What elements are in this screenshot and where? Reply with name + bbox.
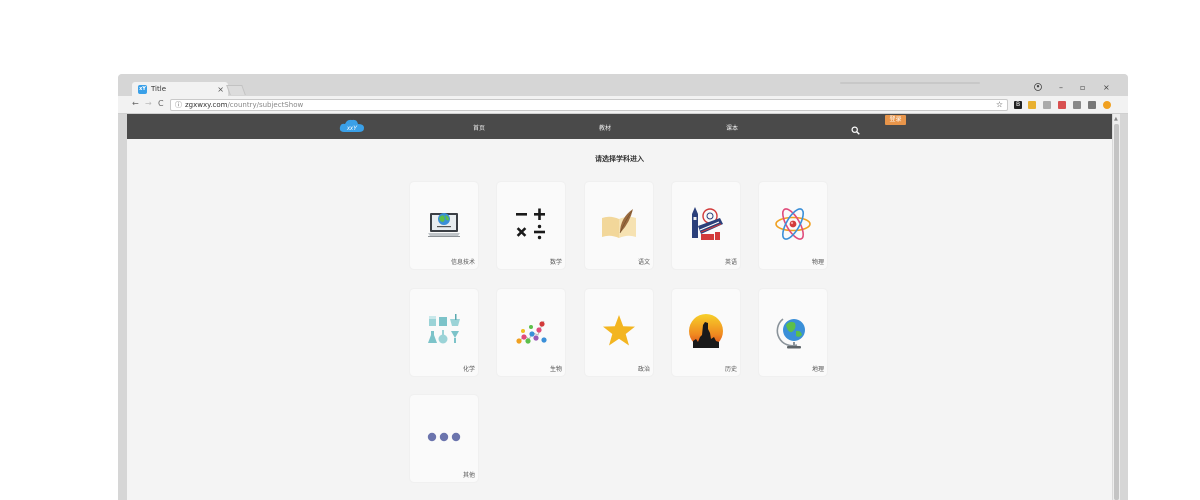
minimize-icon[interactable]: – (1059, 83, 1063, 92)
subject-card-it[interactable]: 信息技术 (410, 182, 478, 269)
subject-label: 生物 (549, 366, 562, 373)
browser-tab[interactable]: xY Title × (132, 82, 228, 96)
extension-filter-icon[interactable] (1088, 101, 1096, 109)
logo-text: xxY (346, 126, 358, 132)
dna-molecule-icon (516, 320, 547, 344)
new-tab-button[interactable] (226, 85, 246, 95)
sunset-statue-icon (689, 314, 723, 348)
tab-close-icon[interactable]: × (217, 85, 224, 94)
subject-label: 英语 (724, 259, 737, 266)
london-landmarks-icon (692, 207, 723, 240)
address-bar[interactable]: ⓘ zgxwxy.com/country/subjectShow ☆ (170, 99, 1008, 111)
subject-card-biology[interactable]: 生物 (497, 289, 565, 376)
url-host: zgxwxy.com (185, 101, 228, 109)
subject-label: 历史 (724, 366, 737, 373)
back-icon[interactable]: ← (132, 99, 139, 108)
subject-card-politics[interactable]: 政治 (585, 289, 653, 376)
tab-title: Title (151, 85, 167, 93)
maximize-icon[interactable]: ▫ (1080, 83, 1085, 92)
subject-card-chemistry[interactable]: 化学 (410, 289, 478, 376)
search-icon[interactable] (851, 120, 860, 139)
lab-flasks-icon (428, 314, 460, 344)
bookmark-star-icon[interactable]: ☆ (996, 100, 1003, 109)
math-operators-icon (516, 208, 545, 240)
site-navbar: xxY 首页 教材 课本 登录 (127, 114, 1112, 139)
more-dots-icon (427, 432, 461, 442)
extension-k-icon[interactable] (1073, 101, 1081, 109)
subject-card-history[interactable]: 历史 (672, 289, 740, 376)
subject-card-geography[interactable]: 地理 (759, 289, 827, 376)
login-button[interactable]: 登录 (885, 115, 906, 125)
page-heading: 请选择学科进入 (595, 155, 644, 163)
subject-label: 信息技术 (450, 259, 475, 266)
scroll-up-icon[interactable]: ▲ (1114, 116, 1118, 122)
url-text: zgxwxy.com/country/subjectShow (185, 101, 303, 109)
info-icon[interactable]: ⓘ (175, 100, 182, 110)
subject-label: 政治 (637, 366, 650, 373)
nav-textbook[interactable]: 教材 (599, 123, 611, 132)
profile-icon[interactable] (1034, 83, 1042, 93)
subject-label: 语文 (637, 259, 650, 266)
forward-icon[interactable]: → (145, 99, 152, 108)
close-window-icon[interactable]: × (1103, 83, 1110, 92)
subject-card-physics[interactable]: 物理 (759, 182, 827, 269)
extension-b-icon[interactable]: B (1014, 101, 1022, 109)
scroll-thumb[interactable] (1114, 124, 1119, 500)
window-drag-area (840, 82, 980, 84)
subject-card-chinese[interactable]: 语文 (585, 182, 653, 269)
vertical-scrollbar[interactable]: ▲ (1112, 114, 1120, 500)
subject-label: 物理 (811, 259, 824, 266)
url-path: /country/subjectShow (227, 101, 304, 109)
tab-bar: xY Title × – ▫ × (118, 74, 1128, 96)
subject-card-english[interactable]: 英语 (672, 182, 740, 269)
extension-gray-icon[interactable] (1043, 101, 1051, 109)
subject-label: 化学 (462, 366, 475, 373)
subject-card-other[interactable]: 其他 (410, 395, 478, 482)
site-logo[interactable]: xxY (339, 118, 365, 138)
browser-toolbar: ← → C ⓘ zgxwxy.com/country/subjectShow ☆… (118, 96, 1128, 114)
atom-icon (775, 208, 811, 240)
subject-card-math[interactable]: 数学 (497, 182, 565, 269)
nav-home[interactable]: 首页 (473, 123, 485, 132)
extension-red-icon[interactable] (1058, 101, 1066, 109)
page-viewport: xxY 首页 教材 课本 登录 请选择学科进入 信息技术 数学 语文 英语 物理… (127, 114, 1112, 500)
subject-label: 数学 (549, 259, 562, 266)
reload-icon[interactable]: C (158, 99, 164, 108)
subject-label: 其他 (462, 472, 475, 479)
book-quill-icon (602, 209, 636, 238)
favicon-icon: xY (138, 84, 147, 94)
nav-lesson[interactable]: 课本 (726, 123, 738, 132)
computer-globe-icon (428, 213, 460, 237)
subject-label: 地理 (811, 366, 824, 373)
extension-orange-icon[interactable] (1103, 101, 1111, 109)
star-icon (603, 315, 635, 346)
globe-icon (776, 318, 805, 349)
extension-puzzle-icon[interactable] (1028, 101, 1036, 109)
browser-window: xY Title × – ▫ × ← → C ⓘ zgxwxy.com/coun… (118, 74, 1128, 500)
